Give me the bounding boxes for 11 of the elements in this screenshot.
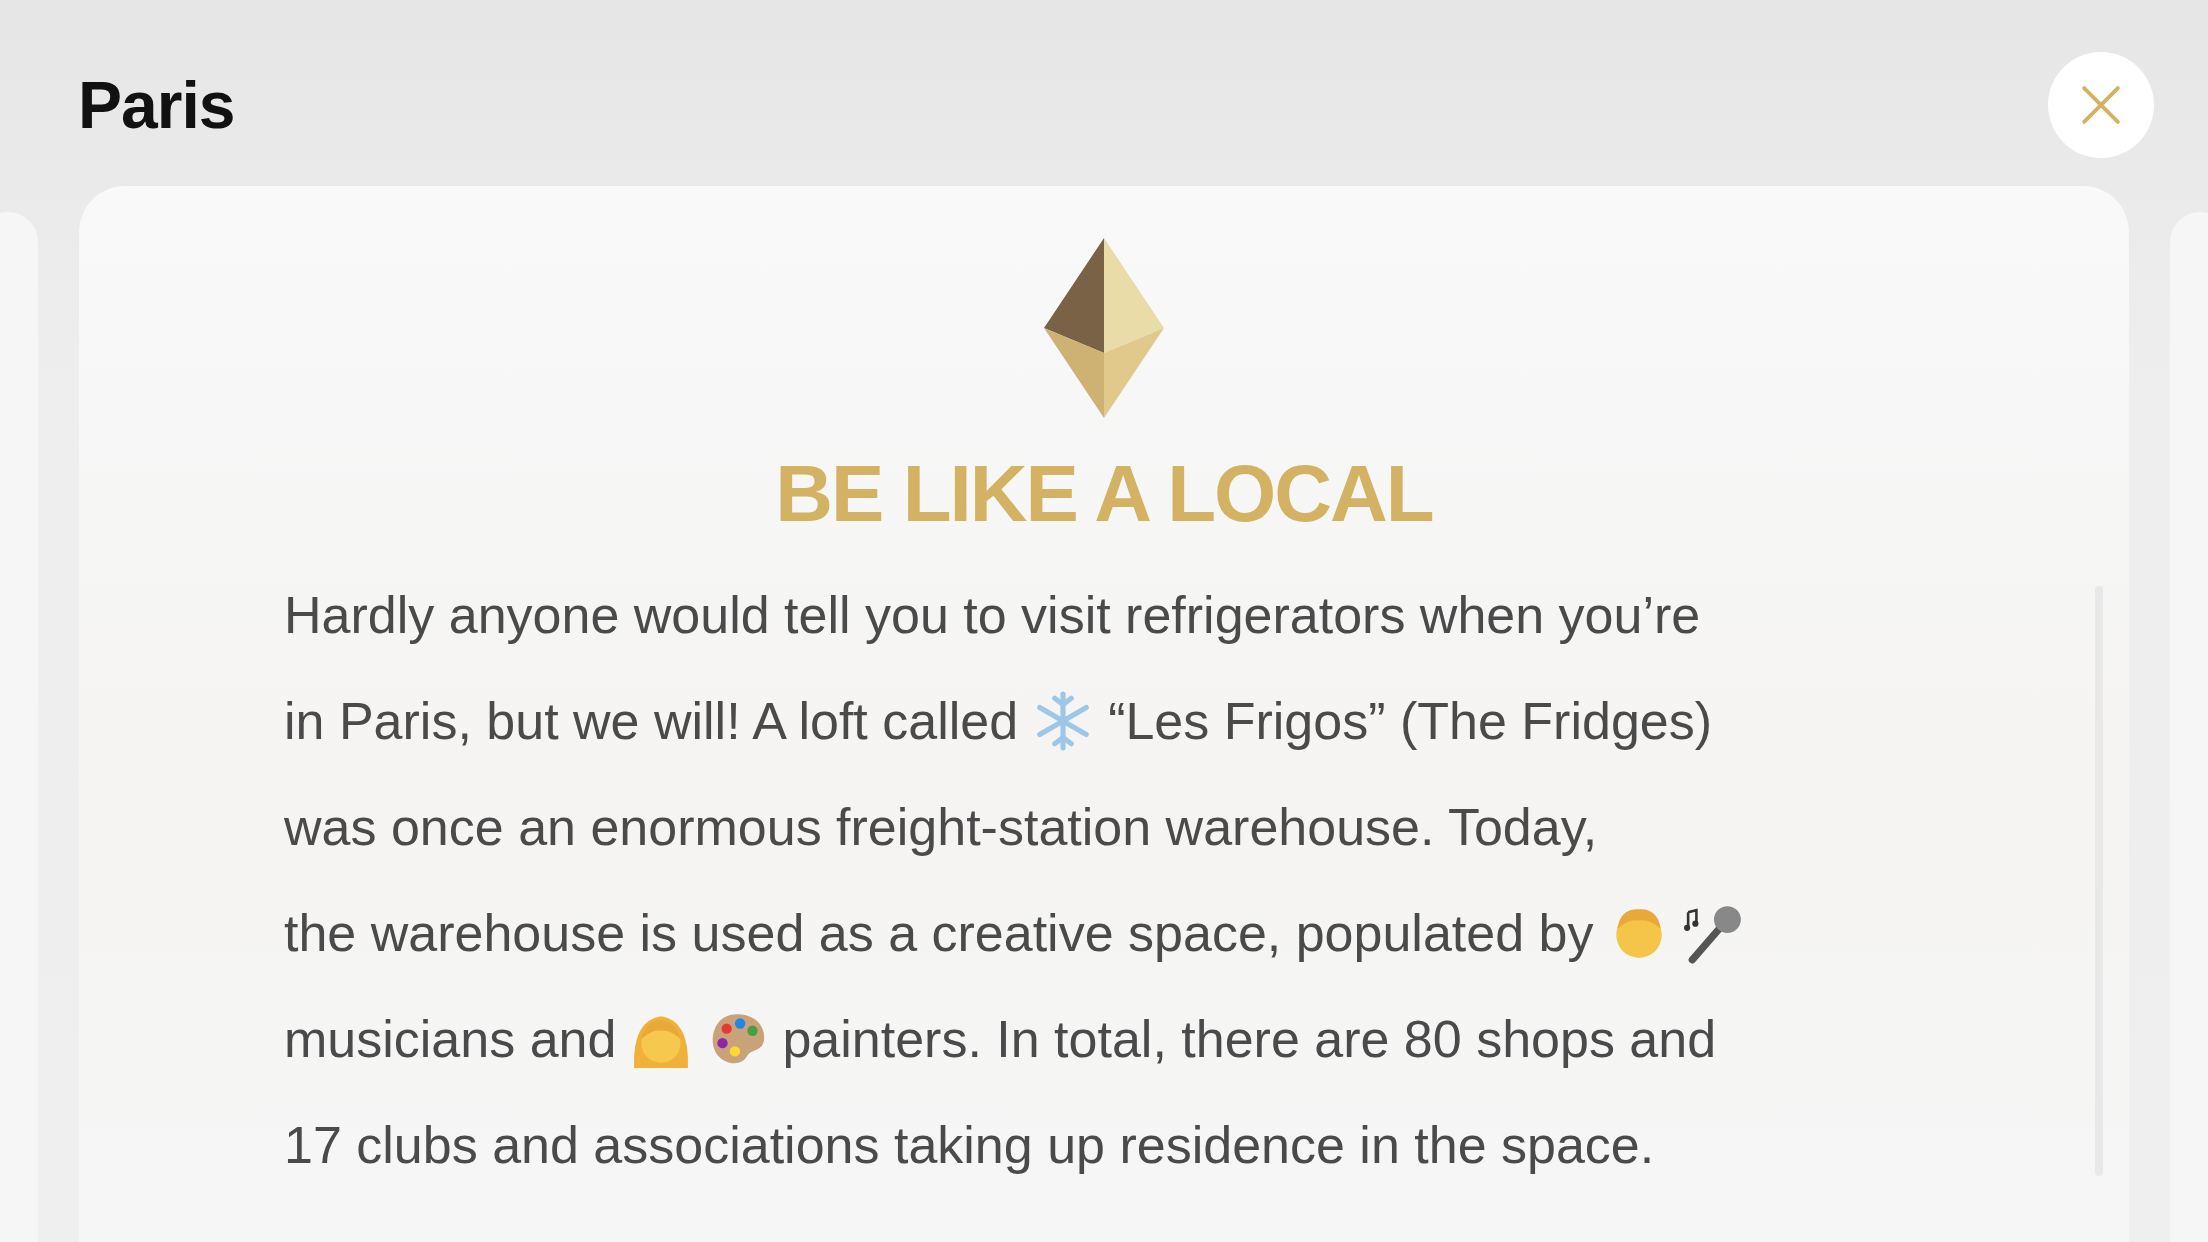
page-title: Paris (78, 67, 235, 143)
section-heading: BE LIKE A LOCAL (775, 448, 1433, 540)
body-text: was once an enormous freight-station warehouse. Today, (284, 797, 1598, 857)
body-text: the warehouse is used as a creative space, populated by (284, 903, 1594, 963)
body-text: musicians and (284, 1009, 617, 1069)
body-text: in Paris, but we will! A loft called (284, 691, 1019, 751)
body-text: Hardly anyone would tell you to visit refrigerators when you’re (284, 585, 1701, 645)
body-text: painters. In total, there are 80 shops and (782, 1009, 1717, 1069)
gem-icon (1044, 238, 1164, 418)
body-text: 17 clubs and associations taking up residence in the space. (284, 1115, 1655, 1175)
body-text: “Les Frigos” (The Fridges) (1108, 691, 1713, 751)
